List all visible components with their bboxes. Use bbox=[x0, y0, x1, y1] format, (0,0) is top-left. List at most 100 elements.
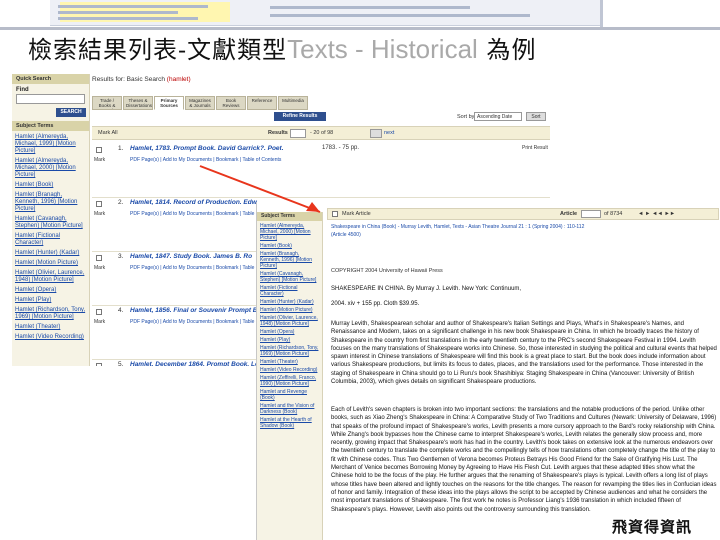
subject-term-link[interactable]: Hamlet (Olivier, Laurence, 1948) [Motion… bbox=[257, 315, 322, 327]
mark-label: Mark bbox=[94, 265, 106, 271]
find-input[interactable] bbox=[16, 94, 85, 104]
mark-checkbox[interactable] bbox=[96, 201, 102, 207]
subject-term-link[interactable]: Hamlet at the Hearth of Shadow (Book) bbox=[257, 417, 322, 429]
result-number: 5. bbox=[118, 361, 124, 366]
result-title-link[interactable]: Hamlet, 1783. Prompt Book. David Garrick… bbox=[130, 145, 284, 152]
document-type-tabs: Trade / Books & JournalsTheses & Dissert… bbox=[92, 96, 308, 110]
thumbnail-text-line bbox=[58, 11, 178, 14]
divider bbox=[0, 27, 720, 30]
tab-document-type[interactable]: Book Reviews bbox=[216, 96, 246, 110]
article-paragraph: Murray Levith, Shakespearean scholar and… bbox=[331, 321, 717, 386]
subject-term-link[interactable]: Hamlet and the Vision of Darkness (Book) bbox=[257, 403, 322, 415]
subject-term-link[interactable]: Hamlet (Hunter) (Kadar) bbox=[12, 250, 89, 257]
thumbnail-text-line bbox=[58, 5, 208, 8]
subject-term-link[interactable]: Hamlet (Fictional Character) bbox=[257, 285, 322, 297]
subject-term-link[interactable]: Hamlet (Play) bbox=[257, 337, 322, 343]
bar-cap bbox=[600, 0, 603, 28]
mark-all-link[interactable]: Mark All bbox=[98, 130, 118, 136]
subject-term-link[interactable]: Hamlet (Fictional Character) bbox=[12, 233, 89, 247]
mark-checkbox[interactable] bbox=[96, 147, 102, 153]
result-title-link[interactable]: Hamlet, 1814. Record of Production. Edw bbox=[130, 199, 257, 206]
tab-document-type[interactable]: Magazines & Journals bbox=[185, 96, 215, 110]
mini-screenshot-thumbnail bbox=[50, 0, 600, 26]
mark-label: Mark bbox=[94, 319, 106, 325]
results-for-label: Results for: Basic Search bbox=[92, 76, 165, 83]
subject-term-link[interactable]: Hamlet (Motion Picture) bbox=[12, 260, 89, 267]
sort-by-label: Sort by bbox=[457, 114, 475, 120]
mark-checkbox[interactable] bbox=[96, 363, 102, 366]
subject-term-link[interactable]: Hamlet (Play) bbox=[12, 297, 89, 304]
results-range-input[interactable] bbox=[290, 129, 306, 138]
subject-term-link[interactable]: Hamlet (Theater) bbox=[257, 359, 322, 365]
result-number: 3. bbox=[118, 253, 124, 260]
copyright-line: COPYRIGHT 2004 University of Hawaii Pres… bbox=[331, 268, 443, 274]
range-go-button[interactable] bbox=[370, 129, 382, 138]
slide-heading: 檢索結果列表-文獻類型Texts - Historical 為例 bbox=[28, 32, 536, 66]
article-toolbar: Mark Article Article of 8734 ◄ ► ◄◄ ►► bbox=[327, 208, 719, 220]
subject-term-link[interactable]: Hamlet (Almereyda, Michael, 2000) [Motio… bbox=[257, 223, 322, 241]
subject-terms-heading: Subject Terms bbox=[12, 121, 89, 131]
subject-term-link[interactable]: Hamlet (Almereyda, Michael, 1999) [Motio… bbox=[12, 134, 89, 155]
article-number-input[interactable] bbox=[581, 210, 601, 218]
subject-term-link[interactable]: Hamlet (Branagh, Kenneth, 1996) [Motion … bbox=[12, 192, 89, 213]
subject-term-link[interactable]: Hamlet (Branagh, Kenneth, 1996) [Motion … bbox=[257, 251, 322, 269]
mark-checkbox[interactable] bbox=[96, 309, 102, 315]
tab-document-type[interactable]: Primary Sources bbox=[154, 96, 184, 110]
subject-terms-panel: Subject Terms Hamlet (Almereyda, Michael… bbox=[257, 212, 323, 540]
subject-terms-list: Hamlet (Almereyda, Michael, 2000) [Motio… bbox=[257, 223, 322, 429]
article-subline: (Article 4500) bbox=[331, 232, 361, 238]
book-citation: SHAKESPEARE IN CHINA. By Murray J. Levit… bbox=[331, 286, 522, 292]
article-label: Article bbox=[560, 211, 578, 217]
subject-term-link[interactable]: Hamlet (Zeffirelli, Franco, 1990) [Motio… bbox=[257, 375, 322, 387]
sort-button[interactable]: Sort bbox=[526, 112, 546, 121]
subject-term-link[interactable]: Hamlet (Opera) bbox=[257, 329, 322, 335]
mark-label: Mark bbox=[94, 157, 106, 163]
quick-search-panel: Quick Search Find SEARCH Subject Terms H… bbox=[12, 74, 90, 366]
thumbnail-text-line bbox=[58, 17, 198, 20]
top-strip bbox=[0, 0, 720, 28]
tab-document-type[interactable]: Multimedia bbox=[278, 96, 308, 110]
result-title-link[interactable]: Hamlet, 1856. Final or Souvenir Prompt B bbox=[130, 307, 258, 314]
next-page-link[interactable]: next bbox=[384, 130, 394, 136]
subject-term-link[interactable]: Hamlet (Almereyda, Michael, 2000) [Motio… bbox=[12, 158, 89, 179]
tab-document-type[interactable]: Theses & Dissertations bbox=[123, 96, 153, 110]
search-button[interactable]: SEARCH bbox=[56, 108, 86, 117]
print-result-link[interactable]: Print Result bbox=[522, 145, 548, 151]
result-number: 4. bbox=[118, 307, 124, 314]
tab-document-type[interactable]: Trade / Books & Journals bbox=[92, 96, 122, 110]
subject-term-link[interactable]: Hamlet (Richardson, Tony, 1969) [Motion … bbox=[257, 345, 322, 357]
refine-results-button[interactable]: Refine Results bbox=[274, 112, 326, 121]
results-query: (hamlet) bbox=[166, 76, 191, 83]
subject-term-link[interactable]: Hamlet (Olivier, Laurence, 1948) [Motion… bbox=[12, 270, 89, 284]
subject-term-link[interactable]: Hamlet (Motion Picture) bbox=[257, 307, 322, 313]
result-title-link[interactable]: Hamlet, 1847. Study Book. James B. Ro bbox=[130, 253, 252, 260]
quick-search-heading: Quick Search bbox=[12, 74, 89, 84]
subject-term-link[interactable]: Hamlet (Theater) bbox=[12, 324, 89, 331]
result-links[interactable]: PDF Page(s) | Add to My Documents | Book… bbox=[130, 157, 281, 163]
heading-zh-part1: 檢索結果列表-文獻類型 bbox=[28, 36, 288, 64]
subject-term-link[interactable]: Hamlet (Cavanagh, Stephen) [Motion Pictu… bbox=[257, 271, 322, 283]
subject-term-link[interactable]: Hamlet (Hunter) (Kadar) bbox=[257, 299, 322, 305]
results-range-text: - 20 of 98 bbox=[310, 130, 334, 136]
mark-label: Mark bbox=[94, 211, 106, 217]
subject-term-link[interactable]: Hamlet (Book) bbox=[257, 243, 322, 249]
subject-terms-list: Hamlet (Almereyda, Michael, 1999) [Motio… bbox=[12, 134, 89, 341]
subject-term-link[interactable]: Hamlet (Video Recording) bbox=[12, 334, 89, 341]
subject-term-link[interactable]: Hamlet (Book) bbox=[12, 182, 89, 189]
article-title-link[interactable]: Shakespeare in China (Book) - Murray Lev… bbox=[331, 224, 719, 230]
result-extra: 1783. - 75 pp. bbox=[322, 145, 360, 151]
sort-select[interactable]: Ascending Date bbox=[474, 112, 522, 121]
results-toolbar: Mark All Results - 20 of 98 next bbox=[92, 126, 550, 140]
tab-document-type[interactable]: Reference bbox=[247, 96, 277, 110]
subject-term-link[interactable]: Hamlet (Opera) bbox=[12, 287, 89, 294]
subject-term-link[interactable]: Hamlet (Cavanagh, Stephen) [Motion Pictu… bbox=[12, 216, 89, 230]
subject-term-link[interactable]: Hamlet and Revenge (Book) bbox=[257, 389, 322, 401]
publication-details: 2004. xiv + 155 pp. Cloth $39.95. bbox=[331, 301, 420, 307]
mark-article-checkbox[interactable] bbox=[332, 211, 338, 217]
mark-checkbox[interactable] bbox=[96, 255, 102, 261]
subject-term-link[interactable]: Hamlet (Video Recording) bbox=[257, 367, 322, 373]
article-nav-arrows-icon[interactable]: ◄ ► ◄◄ ►► bbox=[638, 211, 675, 217]
result-title-link[interactable]: Hamlet, December 1864. Prompt Book. Lc bbox=[130, 361, 259, 366]
subject-term-link[interactable]: Hamlet (Richardson, Tony, 1969) [Motion … bbox=[12, 307, 89, 321]
result-row: Mark 1. Hamlet, 1783. Prompt Book. David G… bbox=[92, 144, 550, 198]
